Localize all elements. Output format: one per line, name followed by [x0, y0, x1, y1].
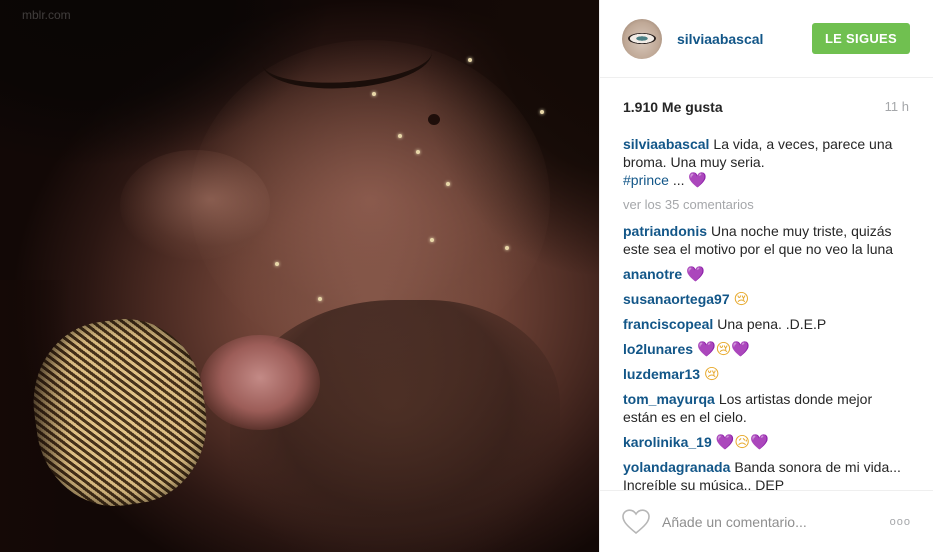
- photo-sparkle: [275, 262, 279, 266]
- comment-username[interactable]: susanaortega97: [623, 291, 730, 307]
- comment-row: yolandagranada Banda sonora de mi vida...…: [623, 458, 909, 490]
- purple-heart-emoji: 💜: [715, 433, 735, 451]
- purple-heart-emoji: 💜: [686, 265, 705, 283]
- crying-face-emoji: 😢: [715, 340, 732, 358]
- post-time[interactable]: 11 h: [885, 99, 909, 114]
- photo-sparkle: [468, 58, 472, 62]
- comment-row: susanaortega97 😢: [623, 290, 909, 308]
- purple-heart-emoji: 💜: [750, 433, 769, 451]
- caption-ellipsis: ...: [672, 172, 685, 188]
- caption: silviaabascal La vida, a veces, parece un…: [623, 135, 909, 189]
- post-photo[interactable]: mblr.com: [0, 0, 599, 552]
- crying-face-emoji: 😢: [733, 290, 750, 308]
- comment-input[interactable]: [662, 513, 890, 530]
- comment-username[interactable]: patriandonis: [623, 223, 707, 239]
- photo-shadow: [0, 280, 70, 552]
- photo-sparkle: [318, 297, 322, 301]
- sad-face-emoji: 😥: [734, 433, 751, 451]
- following-button[interactable]: LE SIGUES: [811, 23, 910, 54]
- purple-heart-emoji: 💜: [697, 340, 716, 358]
- instagram-post: mblr.com silviaabascal LE SIGUES 1.910 M…: [0, 0, 933, 552]
- post-stats: 1.910 Me gusta 11 h: [600, 78, 933, 135]
- photo-nose: [120, 150, 270, 260]
- comment-username[interactable]: tom_mayurqa: [623, 391, 715, 407]
- comment-username[interactable]: luzdemar13: [623, 366, 700, 382]
- photo-sparkle: [505, 246, 509, 250]
- comment-username[interactable]: franciscopeal: [623, 316, 713, 332]
- photo-lips: [200, 335, 320, 430]
- purple-heart-emoji: 💜: [731, 340, 751, 358]
- author-username[interactable]: silviaabascal: [677, 31, 812, 47]
- photo-watermark: mblr.com: [22, 8, 71, 22]
- comment-row: franciscopeal Una pena. .D.E.P: [623, 315, 909, 333]
- avatar-eye: [628, 32, 656, 44]
- comment-username[interactable]: yolandagranada: [623, 459, 730, 475]
- photo-sparkle: [416, 150, 420, 154]
- comment-username[interactable]: lo2lunares: [623, 341, 693, 357]
- comment-text: Una pena. .D.E.P: [717, 316, 827, 332]
- comment-username[interactable]: ananotre: [623, 266, 682, 282]
- more-options-icon[interactable]: ooo: [890, 516, 911, 528]
- comment-row: patriandonis Una noche muy triste, quizás…: [623, 222, 909, 258]
- comment-username[interactable]: karolinika_19: [623, 434, 712, 450]
- photo-mole: [428, 114, 440, 125]
- comment-row: lo2lunares 💜😢💜: [623, 340, 909, 358]
- crying-face-emoji: 😢: [704, 365, 720, 383]
- comment-footer: ooo: [600, 490, 933, 552]
- comment-row: luzdemar13 😢: [623, 365, 909, 383]
- likes-count[interactable]: 1.910 Me gusta: [623, 99, 723, 115]
- post-header: silviaabascal LE SIGUES: [600, 0, 933, 78]
- photo-sparkle: [398, 134, 402, 138]
- post-details-panel: silviaabascal LE SIGUES 1.910 Me gusta 1…: [599, 0, 933, 552]
- photo-sparkle: [540, 110, 544, 114]
- view-all-comments-link[interactable]: ver los 35 comentarios: [623, 196, 909, 214]
- comments-list[interactable]: silviaabascal La vida, a veces, parece un…: [600, 135, 933, 490]
- avatar[interactable]: [622, 18, 662, 59]
- comment-row: karolinika_19 💜😥💜: [623, 433, 909, 451]
- hashtag-link[interactable]: #prince: [623, 172, 669, 188]
- photo-sparkle: [430, 238, 434, 242]
- heart-outline-icon[interactable]: [622, 508, 650, 535]
- comment-row: tom_mayurqa Los artistas donde mejor está…: [623, 390, 909, 426]
- photo-sparkle: [372, 92, 376, 96]
- photo-sparkle: [446, 182, 450, 186]
- comment-row: ananotre 💜: [623, 265, 909, 283]
- purple-heart-emoji: 💜: [688, 171, 708, 189]
- comment-rows: patriandonis Una noche muy triste, quizás…: [623, 222, 909, 490]
- caption-username[interactable]: silviaabascal: [623, 136, 709, 152]
